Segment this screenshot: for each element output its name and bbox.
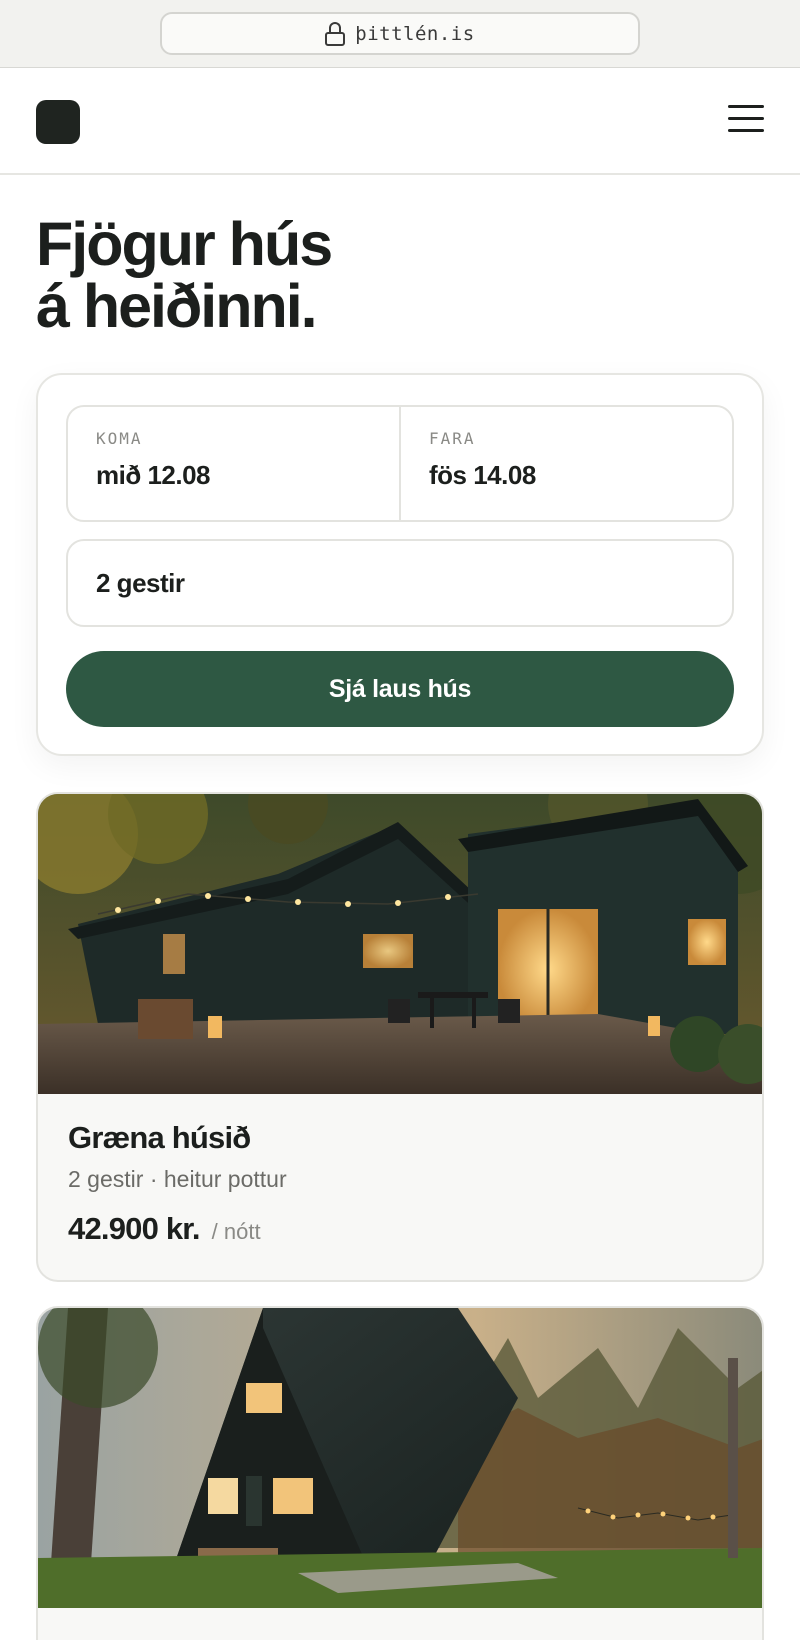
listing-price: 42.900 kr. (68, 1211, 200, 1246)
listing-info: Græna húsið 2 gestir · heitur pottur 42.… (38, 1094, 762, 1247)
listing-card[interactable] (36, 1306, 764, 1640)
page-title: Fjögur hús á heiðinni. (36, 213, 736, 337)
arrival-date-value: mið 12.08 (96, 460, 211, 490)
arrival-date-label: KOMA (96, 429, 143, 448)
listing-photo (38, 1308, 762, 1608)
arrival-date-field[interactable]: KOMA mið 12.08 (68, 407, 399, 520)
address-bar[interactable]: þittlén.is (160, 12, 640, 55)
page-title-line-2: á heiðinni. (36, 272, 318, 340)
page-title-line-1: Fjögur hús (36, 210, 333, 278)
logo[interactable] (36, 100, 80, 144)
booking-search-card: KOMA mið 12.08 FARA fös 14.08 2 gestir S… (36, 373, 764, 756)
url-text: þittlén.is (355, 22, 475, 45)
listing-meta: 2 gestir · heitur pottur (68, 1166, 287, 1192)
hamburger-menu-icon[interactable] (728, 105, 764, 135)
listing-photo (38, 794, 762, 1094)
listing-price-row: 42.900 kr. / nótt (68, 1211, 762, 1247)
listing-price-unit: / nótt (211, 1219, 261, 1244)
search-availability-button[interactable]: Sjá laus hús (66, 651, 734, 727)
browser-toolbar: þittlén.is (0, 0, 800, 68)
listing-name: Græna húsið (68, 1120, 251, 1155)
listing-card[interactable]: Græna húsið 2 gestir · heitur pottur 42.… (36, 792, 764, 1282)
lock-icon (325, 21, 346, 46)
departure-date-label: FARA (429, 429, 476, 448)
departure-date-value: fös 14.08 (429, 460, 536, 490)
departure-date-field[interactable]: FARA fös 14.08 (399, 407, 732, 520)
guests-field[interactable]: 2 gestir (66, 539, 734, 627)
site-header (0, 68, 800, 175)
date-range-picker: KOMA mið 12.08 FARA fös 14.08 (66, 405, 734, 522)
